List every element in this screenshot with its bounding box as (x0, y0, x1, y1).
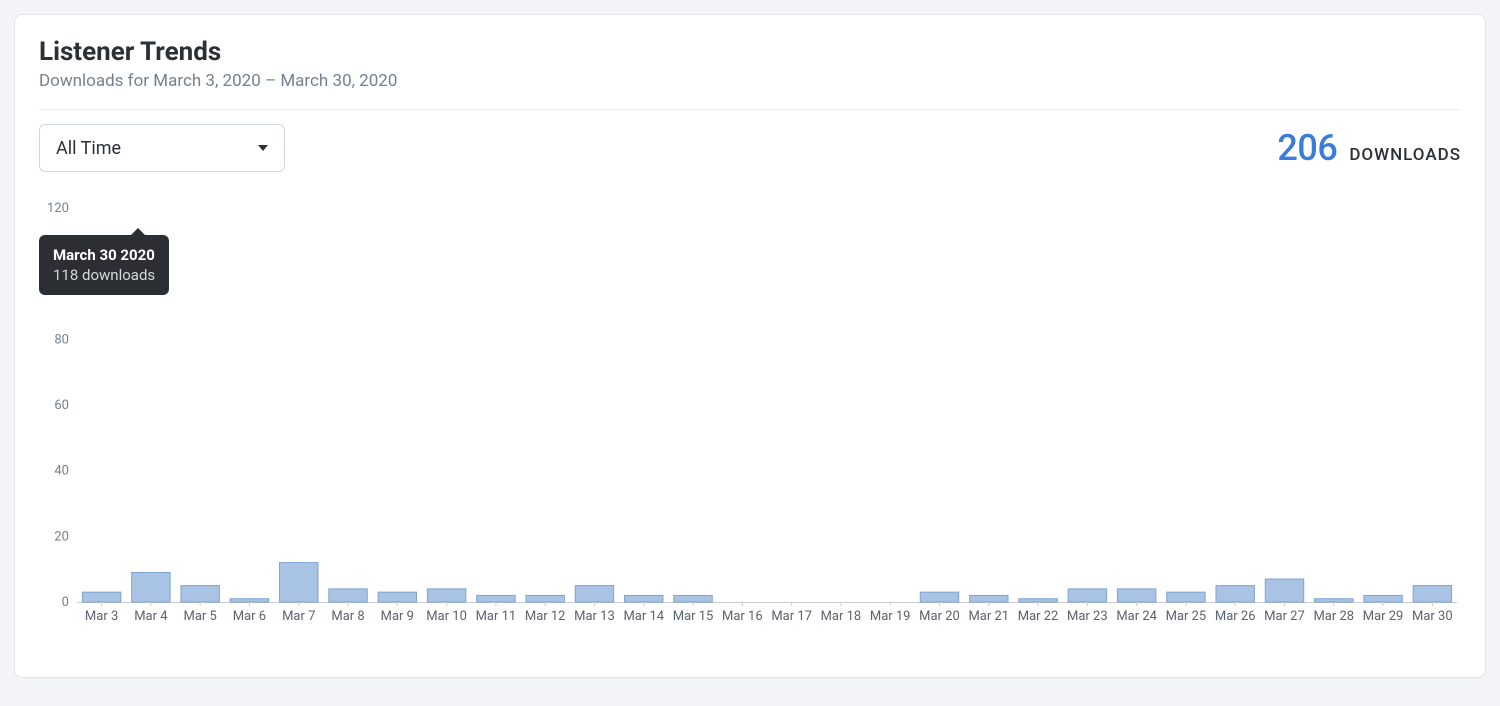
totals: 206 DOWNLOADS (1277, 127, 1461, 169)
x-tick-label: Mar 5 (184, 609, 217, 624)
chart-bar[interactable] (1364, 595, 1402, 602)
card-title: Listener Trends (39, 37, 1461, 67)
y-tick-label: 80 (54, 332, 69, 347)
chart-area: 0 20 40 60 80 100 120 Mar 3 Mar 4 Mar 5 Mar 6 Mar 7… (39, 200, 1461, 632)
x-tick-label: Mar 9 (381, 609, 414, 624)
x-tick-label: Mar 17 (771, 609, 812, 624)
x-tick-label: Mar 15 (673, 609, 714, 624)
x-tick-label: Mar 21 (968, 609, 1009, 624)
totals-label: DOWNLOADS (1349, 145, 1461, 165)
chart-bar[interactable] (1265, 579, 1303, 602)
x-tick-label: Mar 13 (574, 609, 615, 624)
x-tick-label: Mar 12 (525, 609, 566, 624)
card-subtitle: Downloads for March 3, 2020 – March 30, … (39, 71, 1461, 91)
x-tick-label: Mar 20 (919, 609, 960, 624)
chart-bar[interactable] (132, 572, 170, 602)
x-tick-label: Mar 3 (85, 609, 118, 624)
x-tick-label: Mar 19 (870, 609, 911, 624)
chart-bar[interactable] (526, 595, 564, 602)
y-tick-label: 20 (54, 529, 69, 544)
x-tick-label: Mar 11 (476, 609, 517, 624)
chart-bar[interactable] (82, 592, 120, 602)
x-tick-label: Mar 18 (821, 609, 862, 624)
x-tick-label: Mar 7 (282, 609, 315, 624)
time-range-dropdown[interactable]: All Time (39, 124, 285, 172)
chevron-down-icon (258, 145, 268, 151)
chart-bar[interactable] (625, 595, 663, 602)
x-tick-label: Mar 6 (233, 609, 266, 624)
x-tick-label: Mar 24 (1116, 609, 1157, 624)
chart-bar[interactable] (674, 595, 712, 602)
chart-bar[interactable] (1413, 586, 1451, 602)
chart-bar[interactable] (427, 589, 465, 602)
x-tick-label: Mar 26 (1215, 609, 1256, 624)
x-tick-label: Mar 25 (1166, 609, 1207, 624)
chart-bar[interactable] (1167, 592, 1205, 602)
x-tick-label: Mar 4 (134, 609, 167, 624)
downloads-bar-chart[interactable]: 0 20 40 60 80 100 120 Mar 3 Mar 4 Mar 5 Mar 6 Mar 7… (39, 200, 1461, 632)
y-tick-label: 120 (47, 201, 69, 216)
x-tick-label: Mar 22 (1018, 609, 1059, 624)
x-tick-label: Mar 23 (1067, 609, 1108, 624)
chart-bar[interactable] (1216, 586, 1254, 602)
x-tick-label: Mar 8 (331, 609, 364, 624)
dropdown-selected-label: All Time (56, 138, 121, 159)
chart-bar[interactable] (1315, 599, 1353, 602)
y-tick-label: 60 (54, 398, 69, 413)
controls-row: All Time 206 DOWNLOADS (39, 124, 1461, 172)
chart-bar[interactable] (280, 563, 318, 602)
chart-bar[interactable] (477, 595, 515, 602)
listener-trends-card: Listener Trends Downloads for March 3, 2… (14, 14, 1486, 678)
y-tick-label: 0 (62, 595, 69, 610)
chart-bar[interactable] (1117, 589, 1155, 602)
chart-bar[interactable] (378, 592, 416, 602)
x-tick-label: Mar 29 (1363, 609, 1404, 624)
chart-bar[interactable] (575, 586, 613, 602)
chart-bar[interactable] (181, 586, 219, 602)
x-tick-label: Mar 10 (426, 609, 467, 624)
chart-bar[interactable] (920, 592, 958, 602)
divider (39, 109, 1461, 110)
x-tick-label: Mar 14 (623, 609, 664, 624)
totals-value: 206 (1277, 127, 1337, 169)
chart-bar[interactable] (230, 599, 268, 602)
chart-bar[interactable] (970, 595, 1008, 602)
x-tick-label: Mar 16 (722, 609, 763, 624)
x-tick-label: Mar 28 (1313, 609, 1354, 624)
y-tick-label: 100 (47, 267, 69, 282)
chart-bar[interactable] (1068, 589, 1106, 602)
chart-bar[interactable] (1019, 599, 1057, 602)
y-tick-label: 40 (54, 464, 69, 479)
x-tick-label: Mar 27 (1264, 609, 1305, 624)
x-tick-label: Mar 30 (1412, 609, 1453, 624)
chart-bar[interactable] (329, 589, 367, 602)
